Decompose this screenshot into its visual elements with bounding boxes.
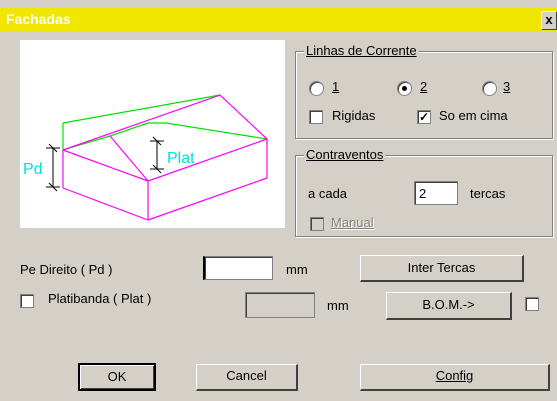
contraventos-value-input[interactable]: 2	[414, 181, 458, 205]
pe-direito-input[interactable]	[203, 256, 273, 280]
linhas-corrente-group: Linhas de Corrente	[295, 43, 553, 139]
bom-checkbox[interactable]	[525, 297, 539, 311]
config-button[interactable]: Config	[360, 364, 550, 391]
pe-direito-label: Pe Direito ( Pd )	[20, 262, 113, 277]
pe-direito-unit: mm	[286, 262, 308, 277]
building-diagram: Pd Plat	[23, 94, 268, 221]
platibanda-label[interactable]: Platibanda ( Plat )	[48, 291, 151, 306]
so-em-cima-checkbox[interactable]: ✓	[417, 110, 431, 124]
platibanda-unit: mm	[327, 298, 349, 313]
close-icon: x	[545, 12, 553, 27]
window-title: Fachadas	[6, 11, 71, 27]
cancel-button[interactable]: Cancel	[196, 364, 298, 391]
radio-linhas-2[interactable]	[397, 81, 412, 96]
radio-linhas-2-label[interactable]: 2	[420, 79, 427, 94]
tercas-label: tercas	[470, 186, 506, 201]
radio-linhas-3-label[interactable]: 3	[503, 79, 510, 94]
manual-label: Manual	[331, 215, 374, 230]
roof-ridge	[147, 138, 268, 182]
radio-linhas-1[interactable]	[309, 81, 324, 96]
radio-linhas-3[interactable]	[482, 81, 497, 96]
radio-linhas-1-label[interactable]: 1	[332, 79, 339, 94]
plat-label: Plat	[167, 150, 195, 167]
platibanda-checkbox[interactable]	[20, 294, 34, 308]
contraventos-title: Contraventos	[304, 147, 386, 162]
inter-tercas-button[interactable]: Inter Tercas	[360, 255, 524, 282]
base-front	[62, 187, 149, 221]
fachadas-dialog: Fachadas x Pd Plat Linhas de Corrente 1 …	[0, 0, 557, 401]
rigidas-checkbox[interactable]	[309, 110, 323, 124]
linhas-corrente-title: Linhas de Corrente	[304, 43, 419, 58]
a-cada-label: a cada	[308, 186, 348, 201]
close-button[interactable]: x	[541, 11, 557, 30]
manual-checkbox[interactable]	[310, 217, 324, 231]
parapet-right	[148, 122, 268, 144]
title-bar[interactable]: Fachadas x	[0, 8, 557, 32]
ok-button[interactable]: OK	[78, 363, 156, 391]
pd-label: Pd	[23, 161, 43, 178]
building-preview: Pd Plat	[20, 40, 285, 228]
parapet-edge	[62, 94, 221, 124]
base-right	[147, 177, 268, 221]
so-em-cima-label[interactable]: So em cima	[439, 108, 508, 123]
bom-button[interactable]: B.O.M.->	[386, 292, 512, 320]
platibanda-input[interactable]	[245, 292, 315, 318]
rigidas-label[interactable]: Rigidas	[332, 108, 375, 123]
